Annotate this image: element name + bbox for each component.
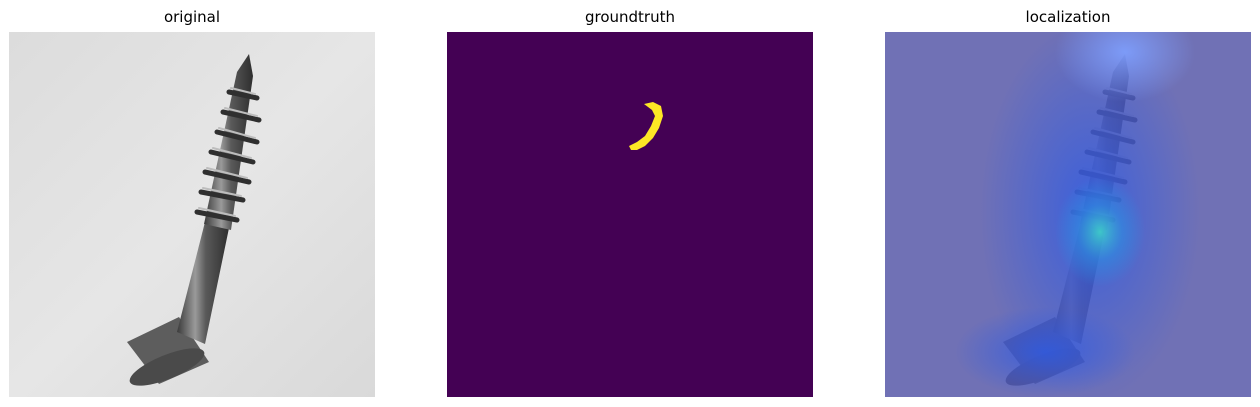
- panel-title-original: original: [163, 8, 221, 26]
- panel-groundtruth: groundtruth: [447, 0, 813, 407]
- anomaly-heatmap: [885, 32, 1251, 397]
- panel-title-localization: localization: [1025, 8, 1111, 26]
- panel-localization: localization: [885, 0, 1251, 407]
- defect-mask: [447, 32, 813, 397]
- screw-image: [9, 32, 375, 397]
- panel-title-groundtruth: groundtruth: [584, 8, 675, 26]
- panel-original: original: [9, 0, 375, 407]
- mask-background: [447, 32, 813, 397]
